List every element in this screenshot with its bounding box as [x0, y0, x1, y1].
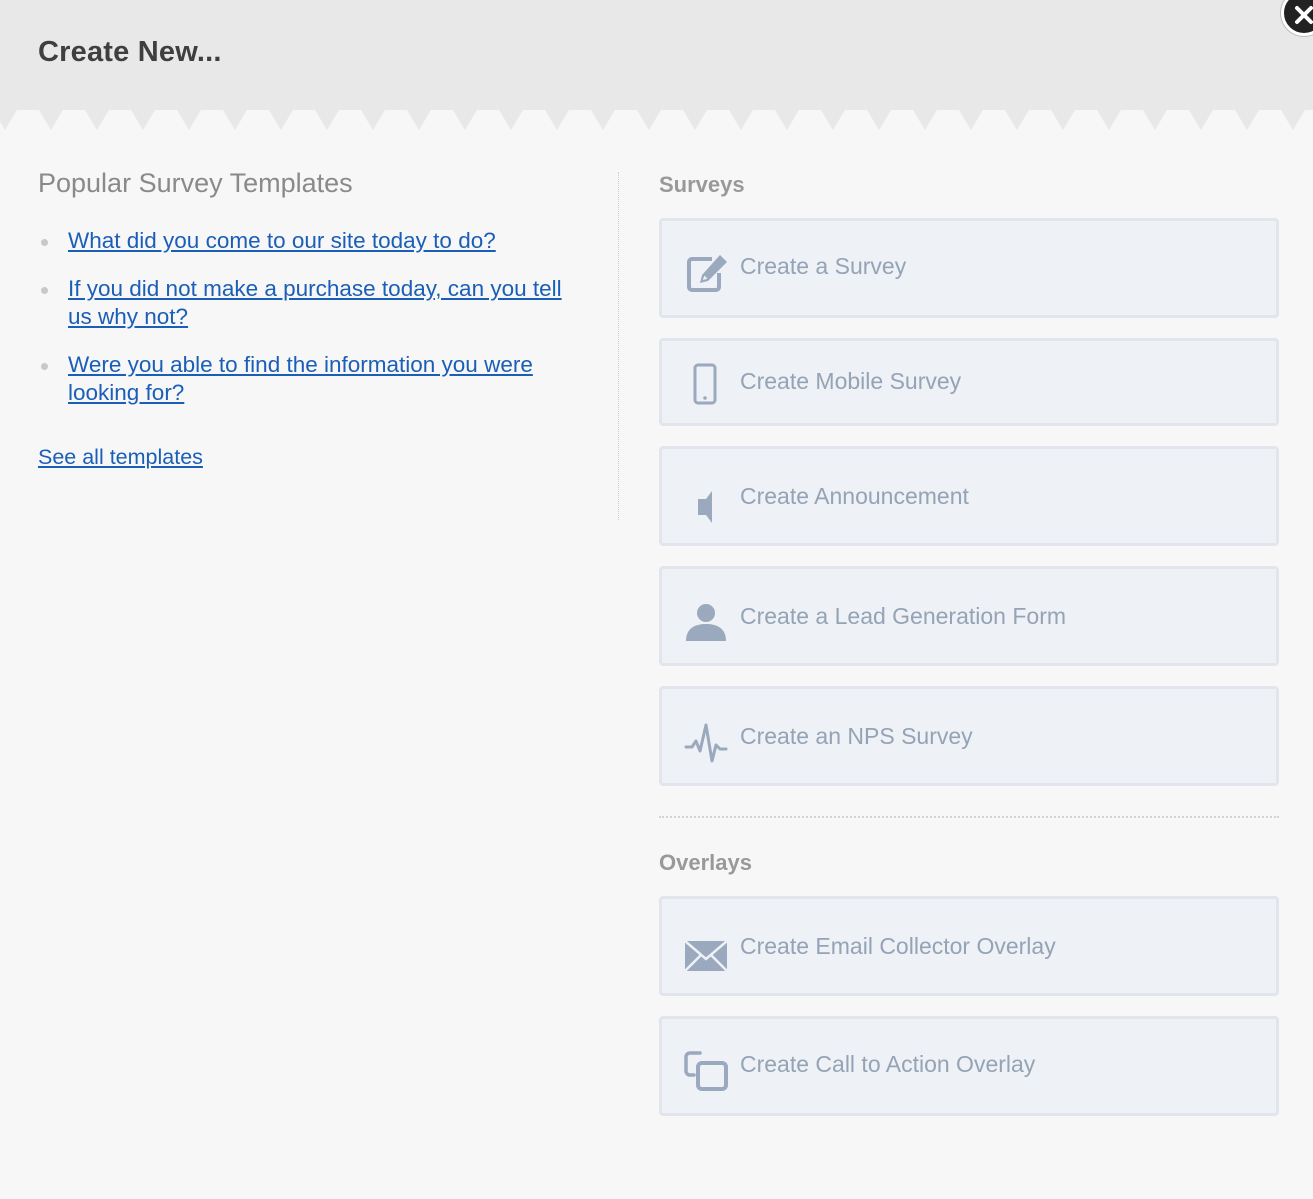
dialog-header: Create New...: [0, 0, 1313, 110]
create-lead-generation-form-button[interactable]: Create a Lead Generation Form: [659, 566, 1279, 666]
overlays-section-title: Overlays: [659, 850, 752, 875]
template-link-find-information[interactable]: Were you able to find the information yo…: [68, 352, 533, 405]
create-mobile-survey-label: Create Mobile Survey: [740, 368, 962, 394]
section-divider: [659, 816, 1279, 818]
create-email-collector-overlay-label: Create Email Collector Overlay: [740, 933, 1056, 959]
template-list-item: If you did not make a purchase today, ca…: [38, 275, 568, 331]
surveys-section-title: Surveys: [659, 172, 745, 197]
create-call-to-action-overlay-label: Create Call to Action Overlay: [740, 1051, 1036, 1077]
template-list-item: What did you come to our site today to d…: [38, 227, 568, 255]
bullet-icon: [41, 363, 48, 370]
dialog-title: Create New...: [38, 36, 222, 68]
see-all-templates-link[interactable]: See all templates: [38, 445, 203, 470]
create-call-to-action-overlay-button[interactable]: Create Call to Action Overlay: [659, 1016, 1279, 1116]
envelope-icon: [684, 940, 728, 972]
create-new-dialog: Create New... Popular Survey Templates W…: [0, 0, 1313, 1199]
templates-panel: Popular Survey Templates What did you co…: [38, 168, 598, 470]
create-survey-button[interactable]: Create a Survey: [659, 218, 1279, 318]
template-link-no-purchase[interactable]: If you did not make a purchase today, ca…: [68, 276, 562, 329]
create-mobile-survey-button[interactable]: Create Mobile Survey: [659, 338, 1279, 426]
edit-icon: [687, 255, 727, 292]
create-nps-survey-button[interactable]: Create an NPS Survey: [659, 686, 1279, 786]
close-icon: [1295, 6, 1313, 24]
pulse-icon: [684, 723, 728, 763]
create-lead-generation-form-label: Create a Lead Generation Form: [740, 603, 1067, 629]
template-list-item: Were you able to find the information yo…: [38, 351, 568, 407]
header-zigzag-edge: [0, 108, 1313, 130]
create-announcement-label: Create Announcement: [740, 483, 969, 509]
create-announcement-button[interactable]: Create Announcement: [659, 446, 1279, 546]
create-email-collector-overlay-button[interactable]: Create Email Collector Overlay: [659, 896, 1279, 996]
create-options-panel: Surveys Create a Survey Create Mobile Su…: [659, 170, 1279, 1116]
template-list: What did you come to our site today to d…: [38, 227, 598, 407]
bullet-icon: [41, 239, 48, 246]
mobile-icon: [693, 363, 717, 405]
create-survey-label: Create a Survey: [740, 253, 907, 279]
create-nps-survey-label: Create an NPS Survey: [740, 723, 973, 749]
templates-title: Popular Survey Templates: [38, 168, 353, 198]
bullet-icon: [41, 287, 48, 294]
megaphone-icon: [698, 491, 712, 523]
person-icon: [686, 604, 726, 641]
column-divider: [618, 172, 619, 520]
overlay-windows-icon: [684, 1051, 728, 1091]
template-link-site-visit[interactable]: What did you come to our site today to d…: [68, 228, 496, 253]
